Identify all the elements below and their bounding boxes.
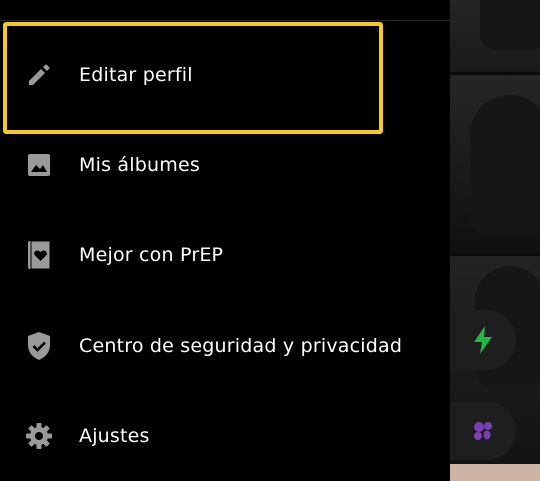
profile-photo-edge <box>450 464 540 481</box>
profile-silhouette <box>470 95 540 235</box>
drops-button[interactable] <box>450 402 516 460</box>
navigation-drawer: Editar perfil Mis álbumes Mejor con PrEP <box>0 0 450 481</box>
gear-icon <box>24 421 54 451</box>
shield-check-icon <box>24 331 54 361</box>
menu-item-safety-center[interactable]: Centro de seguridad y privacidad <box>0 316 450 376</box>
profile-tile[interactable] <box>450 0 540 72</box>
menu-item-settings[interactable]: Ajustes <box>0 406 450 466</box>
pencil-icon <box>24 60 54 90</box>
menu-item-my-albums[interactable]: Mis álbumes <box>0 135 450 195</box>
heart-card-icon <box>24 240 54 270</box>
boost-button[interactable] <box>450 310 516 370</box>
menu-item-label: Ajustes <box>79 425 150 447</box>
menu-item-label: Mejor con PrEP <box>79 244 224 266</box>
drawer-divider <box>0 20 450 21</box>
menu-item-label: Editar perfil <box>79 64 193 86</box>
image-icon <box>24 150 54 180</box>
purple-drops-icon <box>474 422 492 440</box>
screen: Editar perfil Mis álbumes Mejor con PrEP <box>0 0 540 481</box>
profile-silhouette <box>480 0 540 50</box>
lightning-bolt-icon <box>474 326 492 354</box>
menu-item-label: Mis álbumes <box>79 154 200 176</box>
menu-item-edit-profile[interactable]: Editar perfil <box>0 45 450 105</box>
profile-tile[interactable] <box>450 75 540 253</box>
menu-item-label: Centro de seguridad y privacidad <box>79 335 403 357</box>
menu-item-better-with-prep[interactable]: Mejor con PrEP <box>0 225 450 285</box>
